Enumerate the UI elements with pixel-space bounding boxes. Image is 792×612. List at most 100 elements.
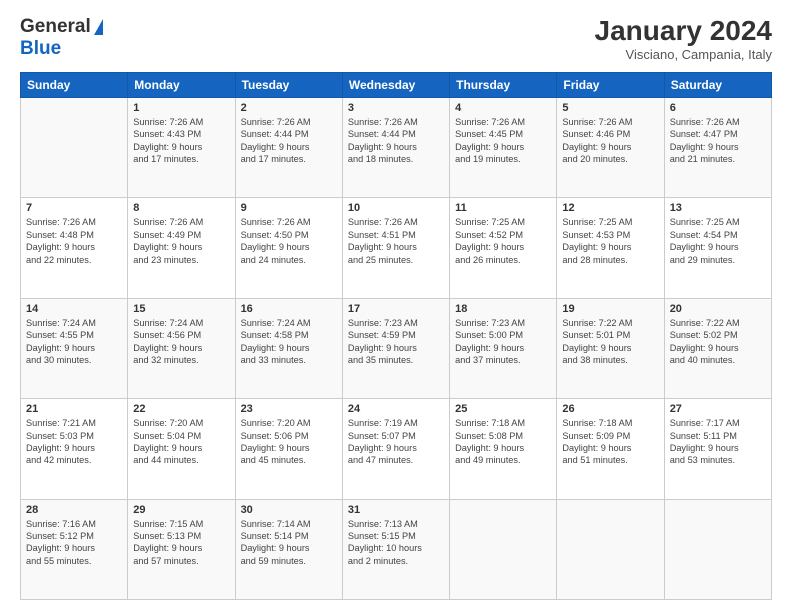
cell-data: Sunrise: 7:25 AMSunset: 4:54 PMDaylight:… <box>670 216 766 266</box>
header: General Blue January 2024 Visciano, Camp… <box>20 16 772 62</box>
day-number: 21 <box>26 403 122 415</box>
calendar-cell: 29 Sunrise: 7:15 AMSunset: 5:13 PMDayligh… <box>128 499 235 599</box>
day-number: 29 <box>133 504 229 516</box>
day-number: 17 <box>348 303 444 315</box>
cell-data: Sunrise: 7:18 AMSunset: 5:08 PMDaylight:… <box>455 417 551 467</box>
calendar-cell: 4 Sunrise: 7:26 AMSunset: 4:45 PMDaylight… <box>450 97 557 197</box>
day-number: 13 <box>670 202 766 214</box>
day-number: 6 <box>670 102 766 114</box>
calendar-cell: 14Sunrise: 7:24 AMSunset: 4:55 PMDayligh… <box>21 298 128 398</box>
calendar-cell: 27 Sunrise: 7:17 AMSunset: 5:11 PMDayligh… <box>664 399 771 499</box>
calendar-week-row: 1Sunrise: 7:26 AMSunset: 4:43 PMDaylight… <box>21 97 772 197</box>
calendar-table: SundayMondayTuesdayWednesdayThursdayFrid… <box>20 72 772 600</box>
calendar-cell <box>664 499 771 599</box>
day-number: 4 <box>455 102 551 114</box>
day-number: 31 <box>348 504 444 516</box>
day-number: 23 <box>241 403 337 415</box>
calendar-cell: 20Sunrise: 7:22 AMSunset: 5:02 PMDayligh… <box>664 298 771 398</box>
cell-data: Sunrise: 7:17 AMSunset: 5:11 PMDaylight:… <box>670 417 766 467</box>
calendar-cell: 11 Sunrise: 7:25 AMSunset: 4:52 PMDayligh… <box>450 198 557 298</box>
day-number: 27 <box>670 403 766 415</box>
cell-data: Sunrise: 7:25 AMSunset: 4:52 PMDaylight:… <box>455 216 551 266</box>
calendar-cell: 3Sunrise: 7:26 AMSunset: 4:44 PMDaylight… <box>342 97 449 197</box>
logo-triangle-icon <box>94 19 103 35</box>
cell-data: Sunrise: 7:25 AMSunset: 4:53 PMDaylight:… <box>562 216 658 266</box>
day-number: 1 <box>133 102 229 114</box>
page-title: January 2024 <box>595 16 772 47</box>
day-number: 16 <box>241 303 337 315</box>
day-number: 9 <box>241 202 337 214</box>
col-header-saturday: Saturday <box>664 72 771 97</box>
cell-data: Sunrise: 7:26 AMSunset: 4:45 PMDaylight:… <box>455 116 551 166</box>
cell-data: Sunrise: 7:26 AMSunset: 4:48 PMDaylight:… <box>26 216 122 266</box>
calendar-cell: 9 Sunrise: 7:26 AMSunset: 4:50 PMDaylight… <box>235 198 342 298</box>
cell-data: Sunrise: 7:24 AMSunset: 4:55 PMDaylight:… <box>26 317 122 367</box>
calendar-cell: 7 Sunrise: 7:26 AMSunset: 4:48 PMDaylight… <box>21 198 128 298</box>
page: General Blue January 2024 Visciano, Camp… <box>0 0 792 612</box>
calendar-cell: 17Sunrise: 7:23 AMSunset: 4:59 PMDayligh… <box>342 298 449 398</box>
day-number: 5 <box>562 102 658 114</box>
cell-data: Sunrise: 7:24 AMSunset: 4:56 PMDaylight:… <box>133 317 229 367</box>
calendar-cell <box>450 499 557 599</box>
calendar-week-row: 21 Sunrise: 7:21 AMSunset: 5:03 PMDayligh… <box>21 399 772 499</box>
cell-data: Sunrise: 7:20 AMSunset: 5:04 PMDaylight:… <box>133 417 229 467</box>
col-header-friday: Friday <box>557 72 664 97</box>
calendar-cell: 26 Sunrise: 7:18 AMSunset: 5:09 PMDayligh… <box>557 399 664 499</box>
col-header-monday: Monday <box>128 72 235 97</box>
calendar-cell: 12 Sunrise: 7:25 AMSunset: 4:53 PMDayligh… <box>557 198 664 298</box>
col-header-sunday: Sunday <box>21 72 128 97</box>
day-number: 11 <box>455 202 551 214</box>
calendar-cell: 24Sunrise: 7:19 AMSunset: 5:07 PMDayligh… <box>342 399 449 499</box>
cell-data: Sunrise: 7:26 AMSunset: 4:50 PMDaylight:… <box>241 216 337 266</box>
cell-data: Sunrise: 7:22 AMSunset: 5:01 PMDaylight:… <box>562 317 658 367</box>
calendar-week-row: 28Sunrise: 7:16 AMSunset: 5:12 PMDayligh… <box>21 499 772 599</box>
cell-data: Sunrise: 7:19 AMSunset: 5:07 PMDaylight:… <box>348 417 444 467</box>
day-number: 7 <box>26 202 122 214</box>
logo: General Blue <box>20 16 103 60</box>
calendar-cell: 25 Sunrise: 7:18 AMSunset: 5:08 PMDayligh… <box>450 399 557 499</box>
calendar-cell: 30Sunrise: 7:14 AMSunset: 5:14 PMDayligh… <box>235 499 342 599</box>
page-subtitle: Visciano, Campania, Italy <box>595 47 772 62</box>
calendar-week-row: 7 Sunrise: 7:26 AMSunset: 4:48 PMDaylight… <box>21 198 772 298</box>
cell-data: Sunrise: 7:13 AMSunset: 5:15 PMDaylight:… <box>348 518 444 568</box>
calendar-cell: 5 Sunrise: 7:26 AMSunset: 4:46 PMDaylight… <box>557 97 664 197</box>
cell-data: Sunrise: 7:26 AMSunset: 4:51 PMDaylight:… <box>348 216 444 266</box>
cell-data: Sunrise: 7:23 AMSunset: 5:00 PMDaylight:… <box>455 317 551 367</box>
day-number: 30 <box>241 504 337 516</box>
calendar-cell: 21 Sunrise: 7:21 AMSunset: 5:03 PMDayligh… <box>21 399 128 499</box>
day-number: 22 <box>133 403 229 415</box>
logo-blue: Blue <box>20 38 61 59</box>
cell-data: Sunrise: 7:26 AMSunset: 4:44 PMDaylight:… <box>241 116 337 166</box>
col-header-thursday: Thursday <box>450 72 557 97</box>
cell-data: Sunrise: 7:16 AMSunset: 5:12 PMDaylight:… <box>26 518 122 568</box>
cell-data: Sunrise: 7:24 AMSunset: 4:58 PMDaylight:… <box>241 317 337 367</box>
cell-data: Sunrise: 7:18 AMSunset: 5:09 PMDaylight:… <box>562 417 658 467</box>
calendar-cell: 15Sunrise: 7:24 AMSunset: 4:56 PMDayligh… <box>128 298 235 398</box>
day-number: 26 <box>562 403 658 415</box>
calendar-cell: 22 Sunrise: 7:20 AMSunset: 5:04 PMDayligh… <box>128 399 235 499</box>
col-header-wednesday: Wednesday <box>342 72 449 97</box>
cell-data: Sunrise: 7:26 AMSunset: 4:49 PMDaylight:… <box>133 216 229 266</box>
day-number: 18 <box>455 303 551 315</box>
cell-data: Sunrise: 7:15 AMSunset: 5:13 PMDaylight:… <box>133 518 229 568</box>
day-number: 12 <box>562 202 658 214</box>
calendar-cell: 31 Sunrise: 7:13 AMSunset: 5:15 PMDayligh… <box>342 499 449 599</box>
cell-data: Sunrise: 7:26 AMSunset: 4:44 PMDaylight:… <box>348 116 444 166</box>
cell-data: Sunrise: 7:21 AMSunset: 5:03 PMDaylight:… <box>26 417 122 467</box>
calendar-cell: 19Sunrise: 7:22 AMSunset: 5:01 PMDayligh… <box>557 298 664 398</box>
cell-data: Sunrise: 7:20 AMSunset: 5:06 PMDaylight:… <box>241 417 337 467</box>
logo-general: General <box>20 16 91 38</box>
calendar-header-row: SundayMondayTuesdayWednesdayThursdayFrid… <box>21 72 772 97</box>
day-number: 20 <box>670 303 766 315</box>
calendar-cell: 13 Sunrise: 7:25 AMSunset: 4:54 PMDayligh… <box>664 198 771 298</box>
col-header-tuesday: Tuesday <box>235 72 342 97</box>
calendar-cell: 8 Sunrise: 7:26 AMSunset: 4:49 PMDaylight… <box>128 198 235 298</box>
calendar-cell: 18 Sunrise: 7:23 AMSunset: 5:00 PMDayligh… <box>450 298 557 398</box>
day-number: 8 <box>133 202 229 214</box>
calendar-cell <box>557 499 664 599</box>
cell-data: Sunrise: 7:26 AMSunset: 4:46 PMDaylight:… <box>562 116 658 166</box>
day-number: 25 <box>455 403 551 415</box>
calendar-cell: 2Sunrise: 7:26 AMSunset: 4:44 PMDaylight… <box>235 97 342 197</box>
calendar-week-row: 14Sunrise: 7:24 AMSunset: 4:55 PMDayligh… <box>21 298 772 398</box>
title-block: January 2024 Visciano, Campania, Italy <box>595 16 772 62</box>
